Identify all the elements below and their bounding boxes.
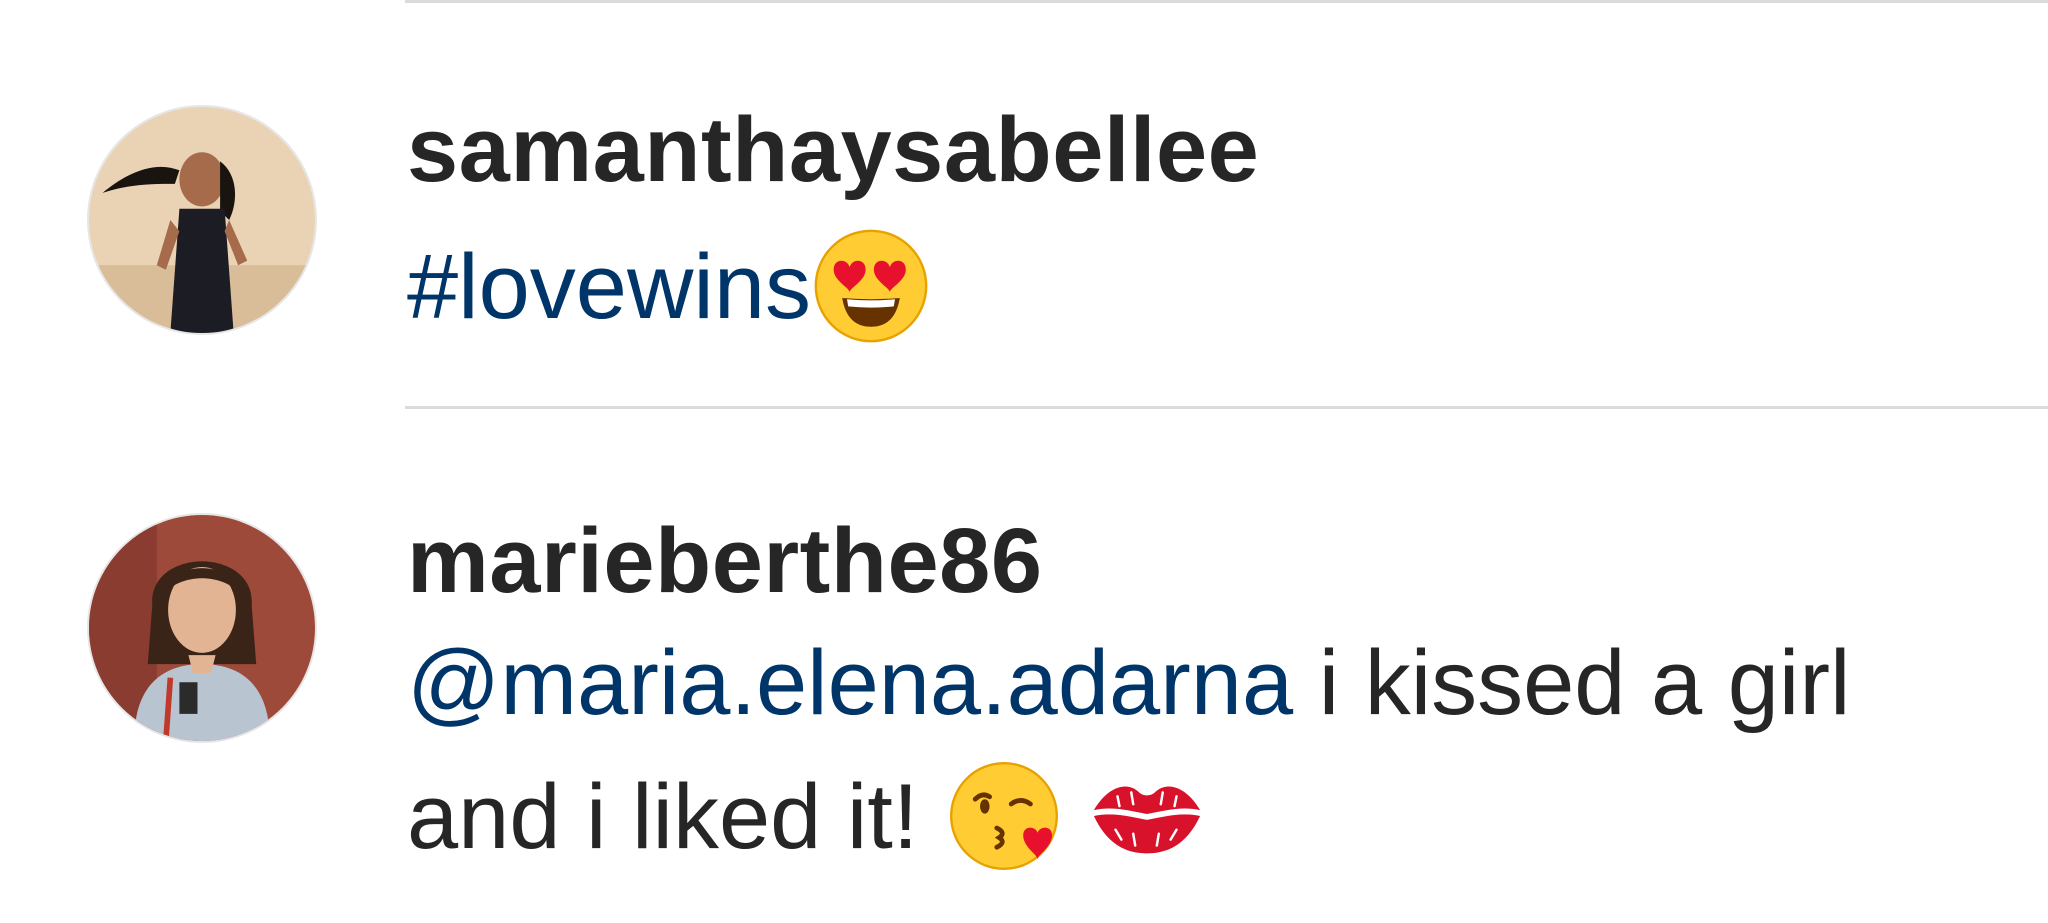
comment-text: #lovewins bbox=[407, 220, 1948, 354]
heart-eyes-emoji-icon bbox=[811, 226, 931, 346]
hashtag-link[interactable]: #lovewins bbox=[407, 236, 811, 338]
comment-item: marieberthe86 @maria.elena.adarna i kiss… bbox=[0, 409, 2048, 923]
comment-username[interactable]: marieberthe86 bbox=[407, 509, 1043, 614]
user-avatar[interactable] bbox=[87, 513, 317, 743]
mention-link[interactable]: @maria.elena.adarna bbox=[407, 632, 1293, 734]
user-avatar[interactable] bbox=[87, 105, 317, 335]
kiss-mark-emoji-icon bbox=[1088, 766, 1206, 866]
comment-username[interactable]: samanthaysabellee bbox=[407, 98, 1259, 203]
comment-text: @maria.elena.adarna i kissed a girl and … bbox=[407, 616, 1948, 884]
kissing-heart-emoji-icon bbox=[944, 756, 1064, 876]
comment-item: samanthaysabellee #lovewins bbox=[0, 0, 2048, 406]
